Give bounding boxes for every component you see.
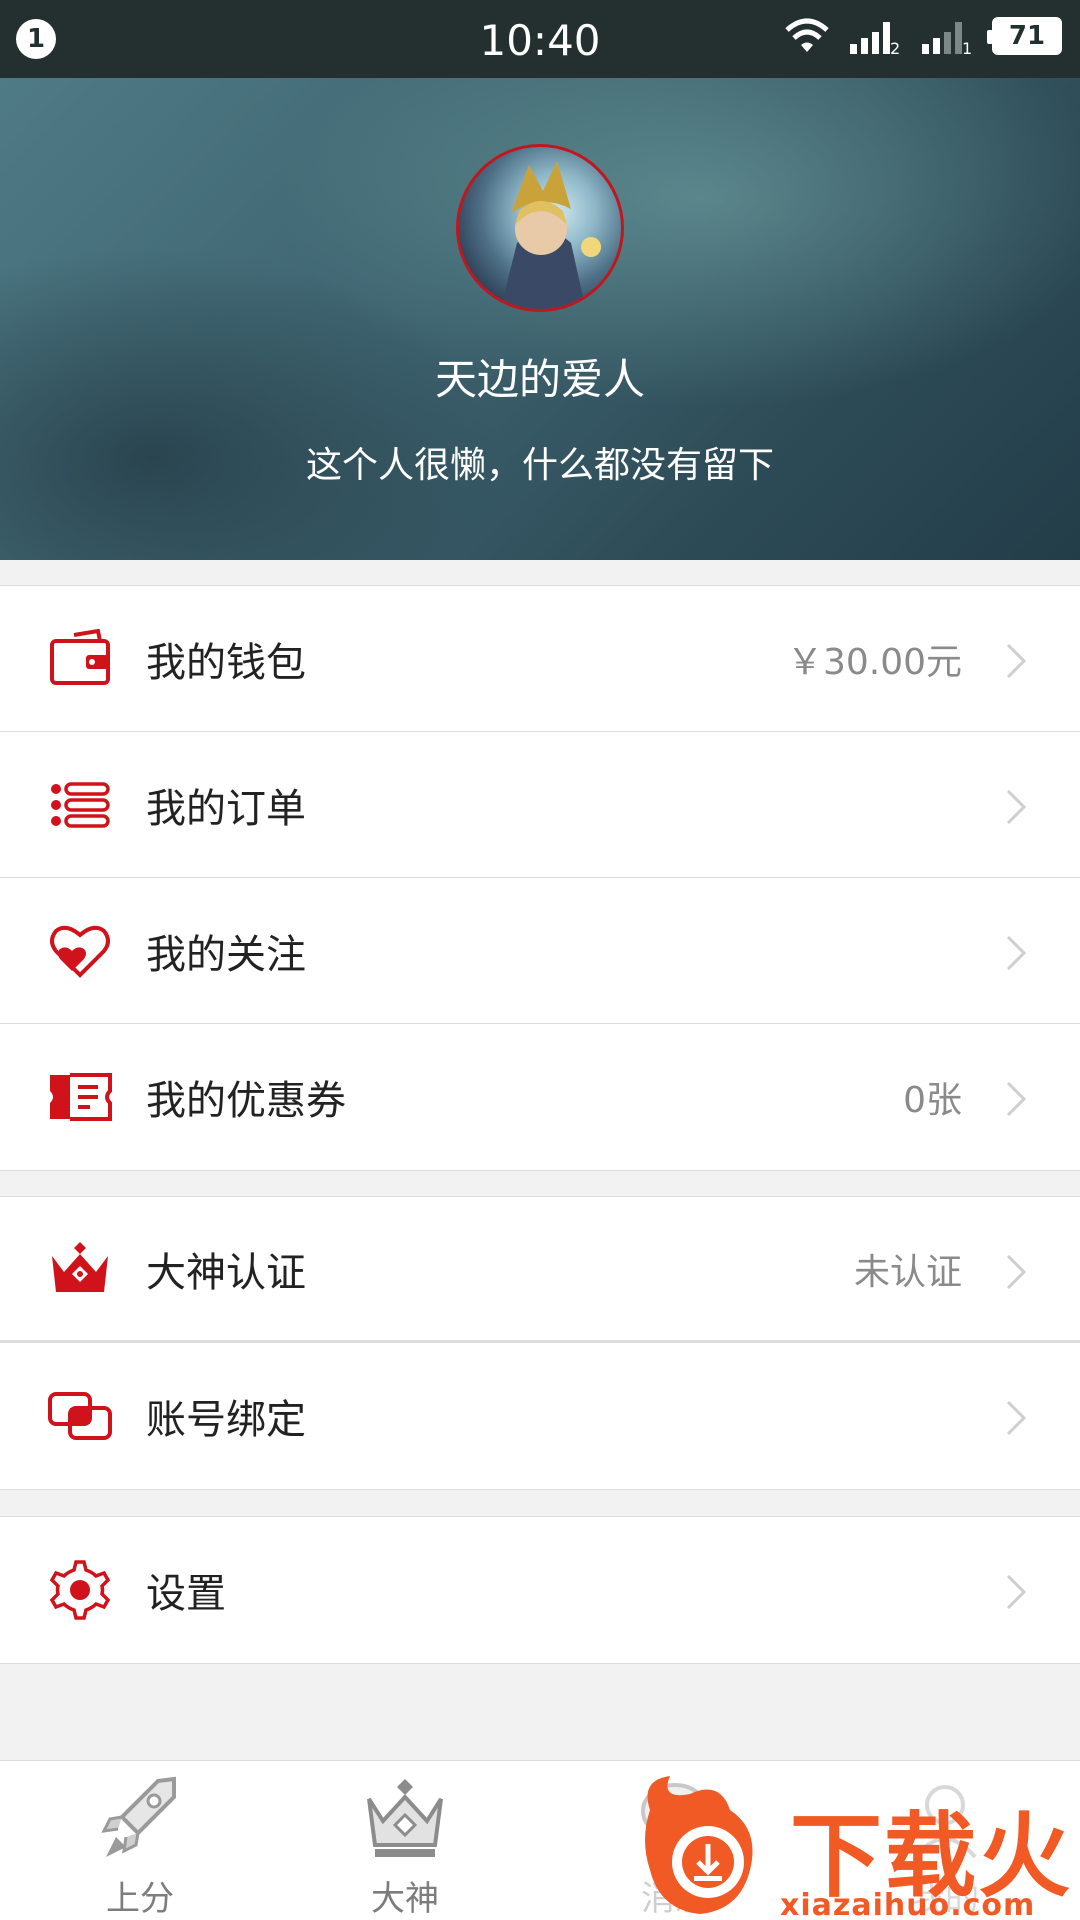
chevron-right-icon (1006, 1574, 1027, 1610)
coupon-count: 0张 (903, 1080, 962, 1121)
ticket-icon (50, 1073, 112, 1121)
watermark-logo: 下载火 xiazaihuo.com (630, 1770, 1080, 1920)
crown-icon (367, 1779, 443, 1857)
avatar[interactable] (456, 144, 624, 312)
menu-item-settings[interactable]: 设置 (0, 1517, 1080, 1663)
link-icon (48, 1392, 112, 1440)
menu-group-account: 我的钱包 ￥30.00元 我的订单 我的关注 我的优惠券 0张 (0, 585, 1080, 1171)
wallet-icon (50, 629, 110, 685)
tab-label: 上分 (106, 1879, 174, 1919)
menu-label: 账号绑定 (146, 1397, 306, 1443)
menu-label: 我的优惠券 (146, 1078, 346, 1124)
menu-item-binding[interactable]: 账号绑定 (0, 1343, 1080, 1489)
profile-bio: 这个人很懒，什么都没有留下 (305, 445, 774, 486)
sim2-label: 1 (962, 39, 972, 56)
menu-item-orders[interactable]: 我的订单 (0, 732, 1080, 878)
sim1-label: 2 (890, 39, 900, 56)
chevron-right-icon (1006, 1081, 1027, 1117)
signal-icon: 2 (850, 22, 900, 56)
chevron-right-icon (1006, 643, 1027, 679)
avatar-image (500, 161, 601, 309)
wallet-balance: ￥30.00元 (786, 641, 962, 683)
status-bar: 1 10:40 2 1 71 (0, 0, 1080, 78)
crown-icon (52, 1242, 108, 1292)
flame-logo-icon (645, 1776, 753, 1914)
menu-item-certification[interactable]: 大神认证 未认证 (0, 1197, 1080, 1343)
menu-group-settings: 设置 (0, 1516, 1080, 1664)
battery-icon: 71 (987, 17, 1062, 55)
signal-icon: 1 (922, 22, 972, 56)
chevron-right-icon (1006, 1400, 1027, 1436)
profile-name: 天边的爱人 (434, 355, 645, 404)
chevron-right-icon (1006, 935, 1027, 971)
tab-dashen[interactable]: 大神 (270, 1761, 540, 1920)
menu-label: 设置 (146, 1571, 226, 1617)
menu-item-wallet[interactable]: 我的钱包 ￥30.00元 (0, 586, 1080, 732)
tab-shangfen[interactable]: 上分 (5, 1761, 275, 1920)
menu-label: 我的关注 (146, 931, 306, 978)
rocket-icon (101, 1776, 176, 1857)
tab-label: 大神 (371, 1879, 439, 1919)
heart-icon (50, 925, 110, 978)
menu-label: 大神认证 (146, 1249, 306, 1296)
wifi-icon (785, 18, 829, 52)
certification-status: 未认证 (853, 1251, 962, 1293)
list-icon (51, 782, 110, 828)
menu-label: 我的钱包 (146, 639, 306, 686)
menu-item-follows[interactable]: 我的关注 (0, 878, 1080, 1024)
status-icons: 2 1 71 (782, 16, 1062, 56)
watermark-url: xiazaihuo.com (780, 1888, 1036, 1920)
menu-label: 我的订单 (146, 785, 306, 832)
gear-icon (49, 1560, 111, 1620)
menu-item-coupons[interactable]: 我的优惠券 0张 (0, 1024, 1080, 1170)
chevron-right-icon (1006, 789, 1027, 825)
chevron-right-icon (1006, 1254, 1027, 1290)
profile-header: 天边的爱人 这个人很懒，什么都没有留下 (0, 78, 1080, 560)
menu-group-profile: 大神认证 未认证 账号绑定 (0, 1196, 1080, 1490)
